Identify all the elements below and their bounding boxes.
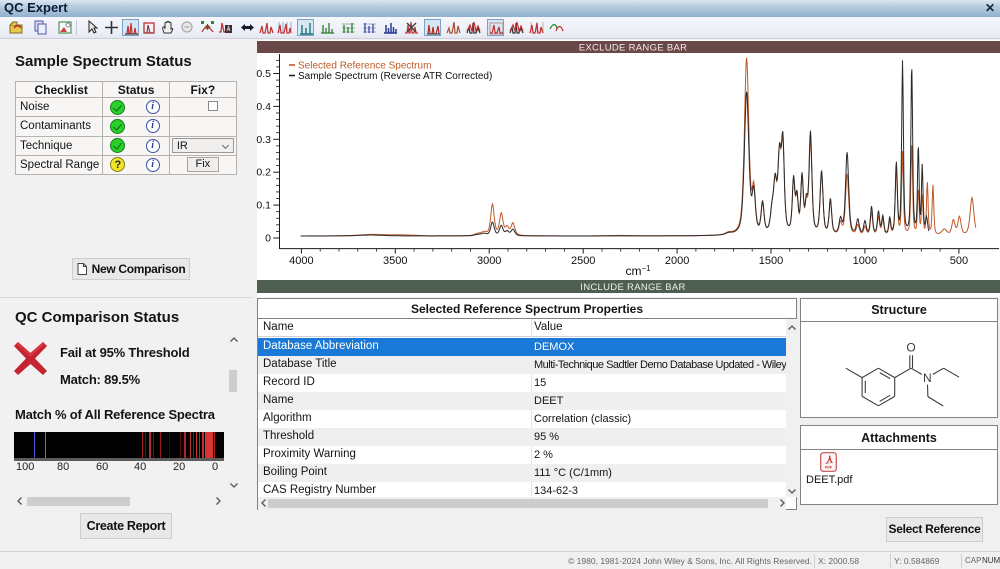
- svg-text:INCLUDE RANGE BAR: INCLUDE RANGE BAR: [580, 282, 685, 293]
- svg-text:2000: 2000: [665, 255, 689, 267]
- svg-text:3500: 3500: [383, 255, 407, 267]
- svg-text:1500: 1500: [759, 255, 783, 267]
- svg-text:4000: 4000: [289, 255, 313, 267]
- svg-text:0.2: 0.2: [256, 167, 271, 179]
- svg-text:500: 500: [950, 255, 968, 267]
- svg-text:O: O: [906, 341, 915, 355]
- svg-text:0.1: 0.1: [256, 200, 271, 212]
- svg-text:0.4: 0.4: [256, 101, 271, 113]
- svg-text:1000: 1000: [853, 255, 877, 267]
- svg-text:PDF: PDF: [825, 466, 833, 470]
- svg-text:Sample Spectrum (Reverse ATR C: Sample Spectrum (Reverse ATR Corrected): [298, 71, 492, 82]
- svg-text:N: N: [923, 371, 932, 385]
- svg-text:Selected Reference Spectrum: Selected Reference Spectrum: [298, 61, 431, 72]
- svg-text:0.5: 0.5: [256, 68, 271, 80]
- svg-text:0.3: 0.3: [256, 134, 271, 146]
- svg-text:3000: 3000: [477, 255, 501, 267]
- svg-text:EXCLUDE RANGE BAR: EXCLUDE RANGE BAR: [579, 43, 688, 54]
- svg-text:0: 0: [265, 233, 271, 245]
- svg-text:2500: 2500: [571, 255, 595, 267]
